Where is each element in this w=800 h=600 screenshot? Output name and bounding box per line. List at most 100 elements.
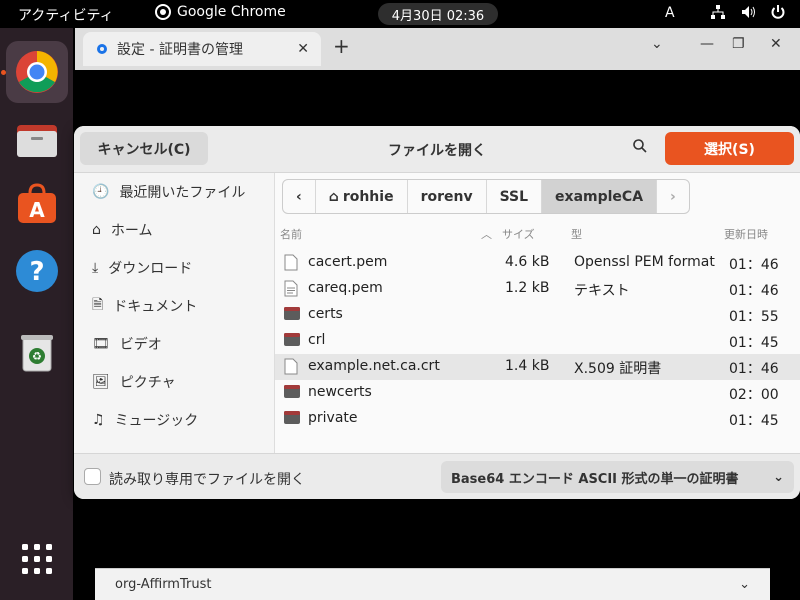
close-window-icon[interactable]: ✕ — [770, 36, 782, 52]
file-name: crl — [308, 332, 326, 348]
column-type[interactable]: 型 — [571, 226, 582, 242]
path-back-button[interactable]: ‹ — [283, 180, 316, 213]
file-modified: 01：45 — [729, 335, 779, 351]
readonly-label[interactable]: 読み取り専用でファイルを開く — [109, 469, 305, 489]
video-icon: 🎞 — [92, 336, 110, 352]
folder-icon — [284, 384, 300, 403]
sidebar-item-videos[interactable]: 🎞 ビデオ — [74, 325, 274, 363]
download-icon: ⤓ — [92, 260, 99, 276]
file-name: cacert.pem — [308, 254, 388, 270]
file-modified: 01：46 — [729, 283, 779, 299]
file-row[interactable]: newcerts 02：00 — [275, 380, 800, 406]
tab-settings[interactable]: 設定 - 証明書の管理 ✕ — [83, 32, 321, 66]
path-segment[interactable]: SSL — [487, 180, 543, 213]
document-icon: 🗎 — [92, 297, 104, 313]
path-segment-home[interactable]: ⌂ rohhie — [316, 180, 408, 213]
system-tray[interactable] — [710, 4, 786, 20]
svg-text:?: ? — [29, 257, 44, 287]
dock-app-grid[interactable] — [6, 528, 68, 590]
file-type: テキスト — [574, 283, 630, 299]
file-modified: 01：55 — [729, 309, 779, 325]
tab-close-icon[interactable]: ✕ — [297, 41, 309, 57]
sidebar-item-label: ビデオ — [119, 337, 162, 353]
new-tab-button[interactable]: + — [333, 34, 350, 58]
minimize-icon[interactable]: — — [700, 36, 714, 52]
select-button[interactable]: 選択(S) — [665, 132, 794, 165]
file-row[interactable]: crl 01：45 — [275, 328, 800, 354]
dock-help[interactable]: ? — [6, 240, 68, 302]
sidebar-item-pictures[interactable]: 🖼 ピクチャ — [74, 363, 274, 401]
app-menu[interactable]: Google Chrome — [155, 4, 286, 20]
file-name: careq.pem — [308, 280, 383, 296]
chrome-icon — [16, 51, 58, 93]
dock-files[interactable] — [6, 109, 68, 171]
picture-icon: 🖼 — [92, 374, 110, 390]
readonly-checkbox[interactable] — [84, 468, 101, 485]
activities-button[interactable]: アクティビティ — [18, 5, 114, 25]
folder-icon — [284, 332, 300, 351]
path-segment-label: rohhie — [342, 188, 394, 205]
sidebar-item-label: ミュージック — [114, 413, 199, 429]
certificate-item-label: org-AffirmTrust — [115, 577, 212, 592]
sort-chevron-icon[interactable]: ︿ — [481, 226, 492, 242]
file-type-filter-dropdown[interactable]: Base64 エンコード ASCII 形式の単一の証明書 ⌄ — [441, 461, 794, 493]
sidebar-item-label: 最近開いたファイル — [119, 185, 246, 201]
column-modified[interactable]: 更新日時 — [724, 226, 768, 242]
sidebar-item-documents[interactable]: 🗎 ドキュメント — [74, 287, 274, 325]
file-list: cacert.pem 4.6 kB Openssl PEM format 01：… — [275, 250, 800, 432]
file-modified: 01：46 — [729, 257, 779, 273]
column-name[interactable]: 名前 — [280, 226, 302, 242]
clock[interactable]: 4月30日 02:36 — [378, 3, 498, 25]
top-bar: アクティビティ Google Chrome 4月30日 02:36 A — [0, 0, 800, 28]
sidebar-item-downloads[interactable]: ⤓ ダウンロード — [74, 249, 274, 287]
file-open-dialog: キャンセル(C) ファイルを開く 選択(S) 🕘 最近開いたファイル ⌂ ホーム… — [74, 126, 800, 499]
filter-label: Base64 エンコード ASCII 形式の単一の証明書 — [451, 471, 739, 487]
file-name: newcerts — [308, 384, 372, 400]
restore-icon[interactable]: ❐ — [732, 36, 745, 52]
dock-chrome[interactable] — [6, 41, 68, 103]
dock-app-center[interactable]: A — [6, 173, 68, 235]
sidebar-item-label: ダウンロード — [108, 261, 193, 277]
file-modified: 01：46 — [729, 361, 779, 377]
search-icon[interactable] — [632, 138, 648, 158]
input-method-indicator[interactable]: A — [665, 5, 675, 21]
path-forward-button[interactable]: › — [657, 180, 689, 213]
file-row[interactable]: cacert.pem 4.6 kB Openssl PEM format 01：… — [275, 250, 800, 276]
file-icon — [284, 254, 298, 275]
certificate-list-item[interactable]: org-AffirmTrust ⌄ — [95, 568, 770, 600]
help-icon: ? — [16, 250, 58, 292]
chevron-down-icon: ⌄ — [773, 469, 784, 485]
path-segment-current[interactable]: exampleCA — [542, 180, 658, 213]
dock-trash[interactable]: ♻ — [6, 321, 68, 383]
path-bar: ‹ ⌂ rohhie rorenv SSL exampleCA › — [282, 179, 690, 214]
svg-text:♻: ♻ — [32, 350, 42, 363]
sidebar-item-home[interactable]: ⌂ ホーム — [74, 211, 274, 249]
expand-chevron-icon[interactable]: ⌄ — [739, 577, 750, 592]
column-size[interactable]: サイズ — [502, 226, 535, 242]
file-name: example.net.ca.crt — [308, 358, 440, 374]
tab-search-icon[interactable]: ⌄ — [651, 36, 663, 52]
file-name: certs — [308, 306, 343, 322]
home-icon: ⌂ — [92, 222, 101, 238]
file-size: 1.2 kB — [505, 280, 550, 296]
folder-icon — [284, 410, 300, 429]
file-row[interactable]: private 01：45 — [275, 406, 800, 432]
file-modified: 02：00 — [729, 387, 779, 403]
recent-icon: 🕘 — [92, 184, 110, 200]
svg-text:A: A — [29, 198, 45, 222]
music-icon: ♫ — [92, 412, 105, 428]
trash-icon: ♻ — [21, 335, 53, 372]
file-icon — [284, 358, 298, 379]
sidebar-item-music[interactable]: ♫ ミュージック — [74, 401, 274, 439]
file-row[interactable]: certs 01：55 — [275, 302, 800, 328]
dock: A ? ♻ — [0, 28, 73, 600]
chrome-small-icon — [155, 4, 171, 20]
file-row-selected[interactable]: example.net.ca.crt 1.4 kB X.509 証明書 01：4… — [275, 354, 800, 380]
cancel-button[interactable]: キャンセル(C) — [80, 132, 208, 165]
sidebar-item-recent[interactable]: 🕘 最近開いたファイル — [74, 173, 274, 211]
text-file-icon — [284, 280, 298, 301]
places-sidebar: 🕘 最近開いたファイル ⌂ ホーム ⤓ ダウンロード 🗎 ドキュメント 🎞 ビデ… — [74, 173, 275, 453]
sidebar-item-label: ドキュメント — [113, 299, 198, 315]
path-segment[interactable]: rorenv — [408, 180, 487, 213]
file-row[interactable]: careq.pem 1.2 kB テキスト 01：46 — [275, 276, 800, 302]
